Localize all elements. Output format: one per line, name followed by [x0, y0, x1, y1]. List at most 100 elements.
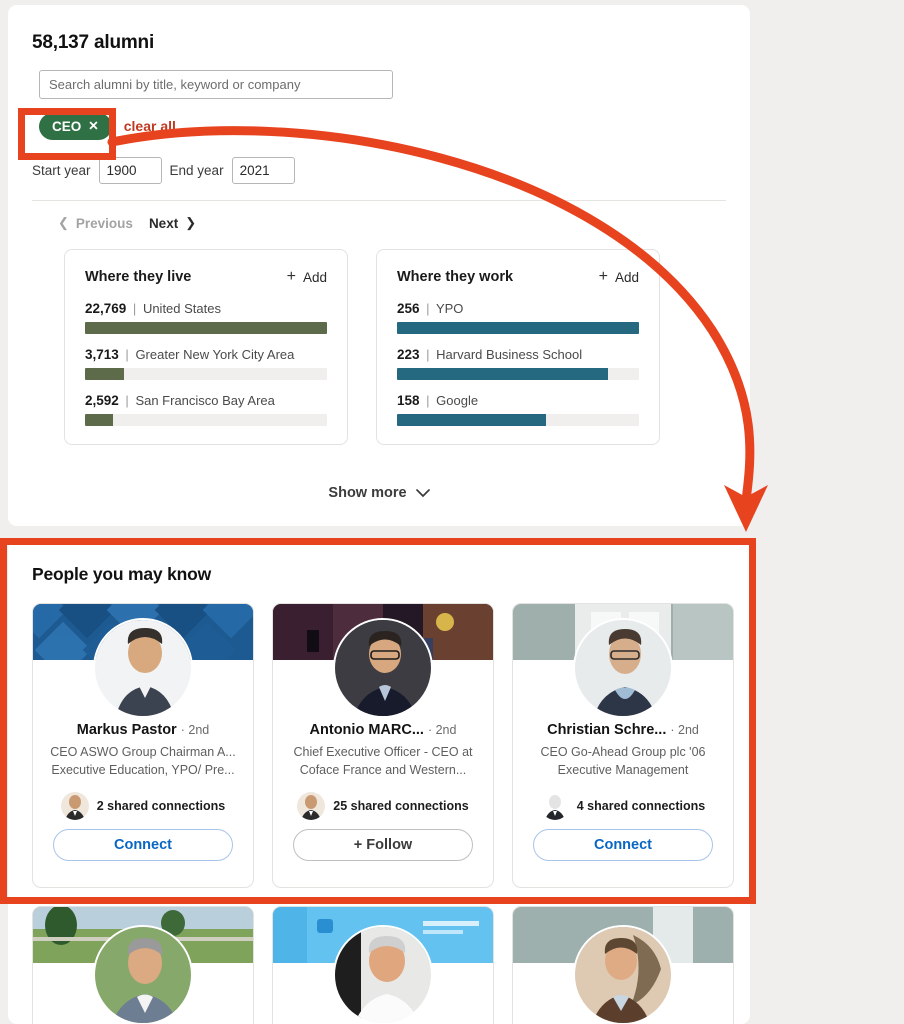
people-card[interactable]: Antonio MARC... · 2nd Chief Executive Of…: [272, 603, 494, 888]
people-card[interactable]: [512, 906, 734, 1024]
stat-separator: |: [132, 301, 137, 316]
profile-name[interactable]: Antonio MARC...: [310, 722, 424, 738]
stat-category: Harvard Business School: [436, 347, 583, 362]
avatar: [333, 618, 433, 718]
avatar-photo-icon: [95, 620, 191, 716]
add-label: Add: [302, 269, 327, 285]
shared-avatar-icon: [60, 792, 89, 820]
avatar: [93, 618, 193, 718]
alumni-count: 58,137 alumni: [32, 32, 155, 53]
connection-degree: · 2nd: [427, 723, 457, 737]
show-more-button[interactable]: Show more: [328, 485, 430, 501]
stat-card-where-they-live: Where they live + Add 22,769 | United St…: [64, 249, 348, 445]
show-more-label: Show more: [328, 485, 407, 501]
end-year-label: End year: [169, 163, 224, 178]
people-you-may-know-panel: People you may know Markus Pastor · 2nd …: [8, 540, 750, 1024]
people-card[interactable]: [32, 906, 254, 1024]
profile-banner: [273, 907, 493, 1024]
people-section-title: People you may know: [32, 564, 212, 584]
add-location-button[interactable]: + Add: [287, 269, 327, 285]
people-card-grid: Markus Pastor · 2nd CEO ASWO Group Chair…: [32, 603, 750, 1024]
search-input[interactable]: [39, 70, 393, 99]
bar-fill: [397, 414, 547, 426]
avatar-photo-icon: [335, 927, 431, 1023]
stat-category: San Francisco Bay Area: [135, 393, 275, 408]
avatar: [573, 618, 673, 718]
divider: [32, 200, 726, 201]
chevron-left-icon: ❮: [58, 215, 69, 230]
stat-row[interactable]: 22,769 | United States: [85, 301, 327, 334]
stat-separator: |: [426, 301, 430, 316]
end-year-input[interactable]: [231, 157, 295, 184]
profile-banner: [513, 907, 733, 1024]
chevron-right-icon: ❯: [185, 215, 197, 230]
add-company-button[interactable]: + Add: [599, 269, 639, 285]
profile-banner: [513, 604, 733, 718]
follow-button[interactable]: + Follow: [293, 829, 473, 861]
next-button[interactable]: Next ❯: [149, 215, 196, 231]
profile-name[interactable]: Christian Schre...: [547, 722, 666, 738]
stat-separator: |: [426, 347, 430, 362]
shared-connections-label: 25 shared connections: [333, 799, 469, 813]
bar-track: [85, 414, 327, 426]
shared-connections[interactable]: 25 shared connections: [283, 791, 483, 821]
shared-connections-label: 4 shared connections: [576, 799, 706, 813]
bar-track: [397, 414, 639, 426]
stat-value: 223: [397, 347, 420, 362]
shared-connections[interactable]: 4 shared connections: [523, 791, 723, 821]
avatar-photo-icon: [95, 927, 191, 1023]
avatar: [573, 925, 673, 1024]
shared-connection-avatar: [540, 792, 569, 820]
connect-button[interactable]: Connect: [53, 829, 233, 861]
clear-all-button[interactable]: clear all: [124, 118, 176, 134]
stat-category: United States: [142, 301, 221, 316]
previous-button[interactable]: ❮ Previous: [58, 215, 133, 231]
stat-row[interactable]: 2,592 | San Francisco Bay Area: [85, 393, 327, 426]
people-card[interactable]: Markus Pastor · 2nd CEO ASWO Group Chair…: [32, 603, 254, 888]
profile-name[interactable]: Markus Pastor: [77, 722, 177, 738]
screenshot-root: 58,137 alumni CEO ✕ clear all Start year…: [0, 0, 904, 1024]
year-filter-row: Start year End year: [32, 157, 750, 184]
profile-headline: CEO Go-Ahead Group plc '06 Executive Man…: [540, 745, 706, 778]
connect-button[interactable]: Connect: [533, 829, 713, 861]
people-card[interactable]: Christian Schre... · 2nd CEO Go-Ahead Gr…: [512, 603, 734, 888]
profile-banner: [273, 604, 493, 718]
avatar: [333, 925, 433, 1024]
shared-connections[interactable]: 2 shared connections: [43, 791, 243, 821]
show-more-bar: Show more: [8, 460, 750, 526]
people-card[interactable]: [272, 906, 494, 1024]
stat-card-where-they-work: Where they work + Add 256 | YPO 223 | Ha…: [376, 249, 660, 445]
shared-avatar-icon: [297, 792, 326, 820]
previous-label: Previous: [75, 215, 133, 231]
bar-fill: [85, 368, 125, 380]
alumni-panel: 58,137 alumni CEO ✕ clear all Start year…: [8, 5, 750, 526]
avatar-photo-icon: [335, 620, 431, 716]
stat-card-title: Where they live: [85, 269, 192, 285]
avatar: [93, 925, 193, 1024]
stat-separator: |: [426, 393, 430, 408]
profile-banner: [33, 907, 253, 1024]
stat-row[interactable]: 3,713 | Greater New York City Area: [85, 347, 327, 380]
stat-separator: |: [125, 393, 129, 408]
bar-track: [397, 322, 639, 334]
stat-card-header: Where they live + Add: [85, 269, 327, 286]
filter-row: CEO ✕ clear all: [39, 111, 750, 141]
stat-row[interactable]: 256 | YPO: [397, 301, 639, 334]
stat-category: Google: [436, 393, 479, 408]
filter-pill-ceo[interactable]: CEO ✕: [39, 112, 112, 140]
stat-value: 256: [397, 301, 420, 316]
stat-row[interactable]: 223 | Harvard Business School: [397, 347, 639, 380]
bar-track: [85, 322, 327, 334]
stat-row[interactable]: 158 | Google: [397, 393, 639, 426]
stat-separator: |: [125, 347, 129, 362]
close-icon[interactable]: ✕: [88, 120, 98, 133]
stat-value: 158: [397, 393, 420, 408]
add-label: Add: [614, 269, 639, 285]
shared-connection-avatar: [60, 792, 89, 820]
bar-track: [85, 368, 327, 380]
stat-value: 3,713: [85, 347, 119, 362]
pager: ❮ Previous Next ❯: [58, 215, 750, 231]
start-year-input[interactable]: [98, 157, 162, 184]
avatar-photo-icon: [575, 927, 671, 1023]
shared-avatar-icon: [540, 792, 569, 820]
